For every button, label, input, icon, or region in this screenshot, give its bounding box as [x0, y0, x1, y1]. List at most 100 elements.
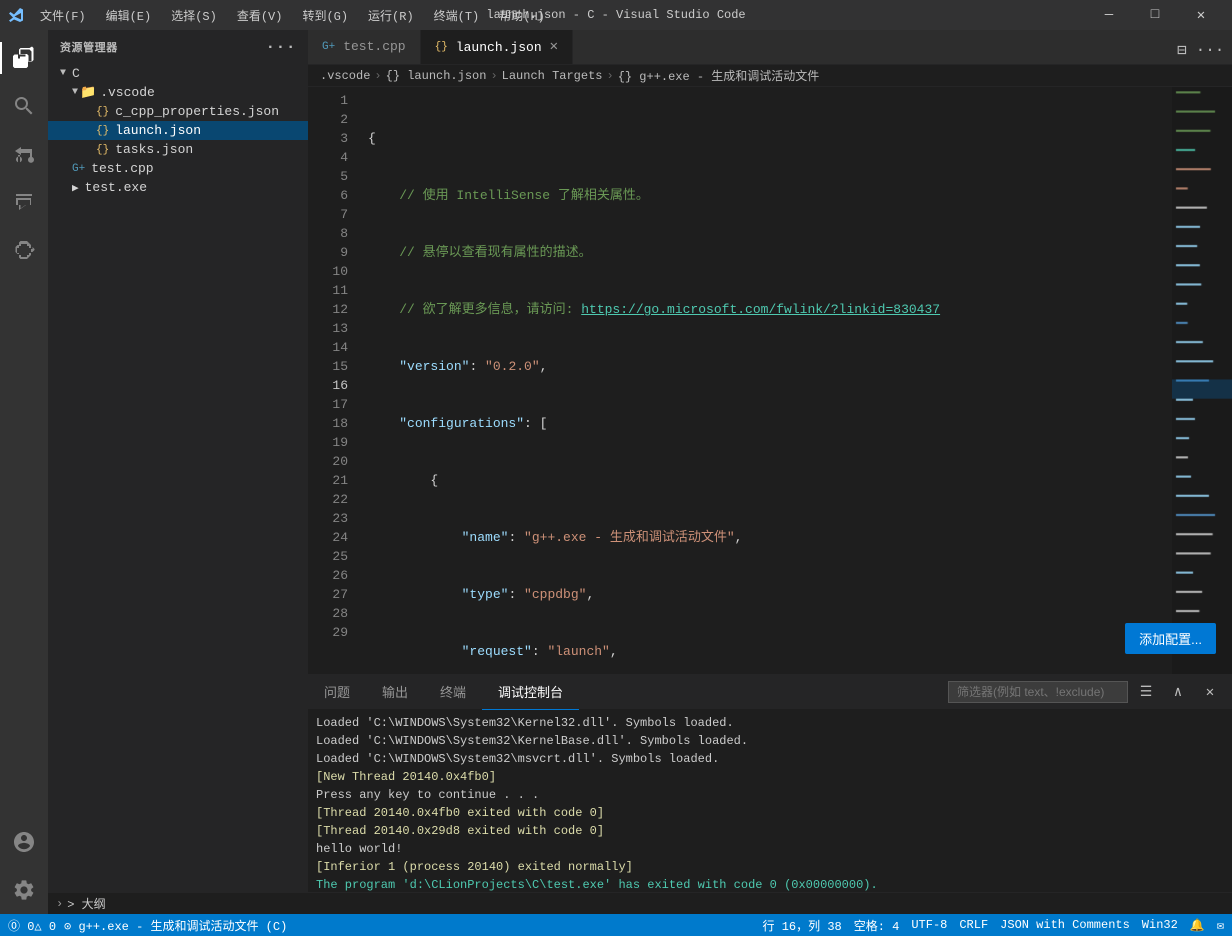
line-numbers: 1 2 3 4 5 6 7 8 9 10 11 12 13 14 15 16 1	[308, 87, 356, 642]
panel-tab-output[interactable]: 输出	[366, 675, 424, 710]
panel-list-view-button[interactable]: ☰	[1132, 678, 1160, 706]
terminal-label: > 大纲	[67, 895, 105, 912]
sidebar-item-label: tasks.json	[115, 142, 193, 157]
sidebar-item-test-cpp[interactable]: G+ test.cpp	[48, 159, 308, 178]
bc-gpp-exe[interactable]: {} g++.exe - 生成和调试活动文件	[618, 67, 820, 84]
panel-tabs: 问题 输出 终端 调试控制台 ☰ ∧ ✕	[308, 675, 1232, 710]
activity-account[interactable]	[0, 818, 48, 866]
panel-up-button[interactable]: ∧	[1164, 678, 1192, 706]
panel-tab-debug-console[interactable]: 调试控制台	[482, 675, 579, 710]
chevron-down-icon: ▼	[60, 68, 66, 79]
status-language[interactable]: JSON with Comments	[1000, 918, 1130, 932]
exe-icon: ▶	[72, 181, 79, 195]
menu-view[interactable]: 查看(V)	[229, 5, 291, 26]
status-indent[interactable]: 空格: 4	[854, 917, 900, 934]
bc-launch-targets[interactable]: Launch Targets	[502, 69, 603, 83]
sidebar-item-test-exe[interactable]: ▶ test.exe	[48, 178, 308, 197]
code-line-10: "request": "launch",	[368, 642, 1232, 661]
sidebar-item-label: c_cpp_properties.json	[115, 104, 279, 119]
menu-terminal[interactable]: 终端(T)	[426, 5, 488, 26]
activity-explorer[interactable]	[0, 34, 48, 82]
code-line-3: // 悬停以查看现有属性的描述。	[368, 243, 1232, 262]
window-controls: — □ ✕	[1086, 0, 1224, 30]
panel-tab-right: ☰ ∧ ✕	[948, 678, 1232, 706]
debug-filter-input[interactable]	[948, 681, 1128, 703]
explorer-section: ▼ C ▼ 📁 .vscode {} c_cpp_properties.json…	[48, 64, 308, 197]
tab-test-cpp[interactable]: G+ test.cpp	[308, 30, 421, 64]
activity-extensions[interactable]	[0, 226, 48, 274]
json-tab-icon: {}	[435, 41, 448, 53]
status-bar: ⓪ 0△ 0 ⊙ g++.exe - 生成和调试活动文件 (C) 行 16，列 …	[0, 914, 1232, 936]
status-encoding[interactable]: UTF-8	[911, 918, 947, 932]
maximize-button[interactable]: □	[1132, 0, 1178, 30]
sidebar-item-vscode[interactable]: ▼ 📁 .vscode	[48, 83, 308, 102]
menu-run[interactable]: 运行(R)	[360, 5, 422, 26]
status-cursor-position[interactable]: 行 16，列 38	[763, 917, 842, 934]
code-line-6: "configurations": [	[368, 414, 1232, 433]
code-editor[interactable]: 1 2 3 4 5 6 7 8 9 10 11 12 13 14 15 16 1	[308, 87, 1232, 674]
minimap-canvas	[1172, 87, 1232, 674]
status-bell-icon[interactable]: 🔔	[1190, 918, 1205, 933]
bc-sep-3: ›	[606, 69, 613, 83]
code-line-2: // 使用 IntelliSense 了解相关属性。	[368, 186, 1232, 205]
panel-tab-terminal[interactable]: 终端	[424, 675, 482, 710]
split-editor-button[interactable]: ⊟	[1168, 36, 1196, 64]
status-feedback-icon[interactable]: ✉	[1217, 918, 1224, 933]
folder-icon: 📁	[80, 85, 96, 100]
status-bar-right: 行 16，列 38 空格: 4 UTF-8 CRLF JSON with Com…	[763, 917, 1224, 934]
app: 资源管理器 ··· ▼ C ▼ 📁 .vscode {} c_cpp_prope…	[0, 30, 1232, 936]
panel-tab-problems[interactable]: 问题	[308, 675, 366, 710]
tab-close-button[interactable]: ✕	[550, 40, 558, 54]
code-line-9: "type": "cppdbg",	[368, 585, 1232, 604]
terminal-bar: › > 大纲	[0, 892, 1232, 914]
sidebar-more-button[interactable]: ···	[266, 38, 296, 56]
add-config-button[interactable]: 添加配置...	[1125, 623, 1216, 654]
activity-settings[interactable]	[0, 866, 48, 914]
menu-select[interactable]: 选择(S)	[163, 5, 225, 26]
sidebar-item-label: test.cpp	[91, 161, 153, 176]
minimize-button[interactable]: —	[1086, 0, 1132, 30]
code-line-7: {	[368, 471, 1232, 490]
debug-line-3: Loaded 'C:\WINDOWS\System32\msvcrt.dll'.…	[316, 750, 1224, 768]
tab-bar-right: ⊟ ···	[1168, 36, 1232, 64]
sidebar-item-tasks-json[interactable]: {} tasks.json	[48, 140, 308, 159]
title-bar-menu: 文件(F) 编辑(E) 选择(S) 查看(V) 转到(G) 运行(R) 终端(T…	[32, 5, 553, 26]
activity-run-debug[interactable]	[0, 178, 48, 226]
cpp-icon: G+	[72, 163, 85, 175]
sidebar-item-c-cpp-properties[interactable]: {} c_cpp_properties.json	[48, 102, 308, 121]
activity-bar-bottom	[0, 818, 48, 914]
menu-file[interactable]: 文件(F)	[32, 5, 94, 26]
status-errors[interactable]: ⓪ 0△ 0	[8, 917, 56, 934]
root-label: C	[72, 66, 80, 81]
status-debug-session[interactable]: ⊙ g++.exe - 生成和调试活动文件 (C)	[64, 917, 287, 934]
bc-launch-json[interactable]: {} launch.json	[386, 69, 487, 83]
code-line-4: // 欲了解更多信息，请访问: https://go.microsoft.com…	[368, 300, 1232, 319]
code-content[interactable]: { // 使用 IntelliSense 了解相关属性。 // 悬停以查看现有属…	[356, 87, 1232, 674]
debug-line-5: Press any key to continue . . .	[316, 786, 1224, 804]
debug-line-4: [New Thread 20140.0x4fb0]	[316, 768, 1224, 786]
debug-line-2: Loaded 'C:\WINDOWS\System32\KernelBase.d…	[316, 732, 1224, 750]
vscode-icon	[8, 7, 24, 23]
debug-line-7: [Thread 20140.0x29d8 exited with code 0]	[316, 822, 1224, 840]
activity-source-control[interactable]	[0, 130, 48, 178]
status-platform[interactable]: Win32	[1142, 918, 1178, 932]
tab-label: launch.json	[456, 40, 542, 55]
menu-edit[interactable]: 编辑(E)	[98, 5, 160, 26]
debug-line-9: [Inferior 1 (process 20140) exited norma…	[316, 858, 1224, 876]
cpp-tab-icon: G+	[322, 41, 335, 53]
status-eol[interactable]: CRLF	[959, 918, 988, 932]
debug-console-content[interactable]: Loaded 'C:\WINDOWS\System32\Kernel32.dll…	[308, 710, 1232, 914]
activity-search[interactable]	[0, 82, 48, 130]
bc-vscode[interactable]: .vscode	[320, 69, 370, 83]
close-button[interactable]: ✕	[1178, 0, 1224, 30]
sidebar-item-launch-json[interactable]: {} launch.json	[48, 121, 308, 140]
chevron-down-icon: ▼	[72, 87, 78, 98]
tab-bar: G+ test.cpp {} launch.json ✕ ⊟ ···	[308, 30, 1232, 65]
panel-close-button[interactable]: ✕	[1196, 678, 1224, 706]
explorer-root-c[interactable]: ▼ C	[48, 64, 308, 83]
sidebar-item-label: launch.json	[115, 123, 201, 138]
menu-goto[interactable]: 转到(G)	[294, 5, 356, 26]
more-actions-button[interactable]: ···	[1196, 36, 1224, 64]
sidebar-item-label: test.exe	[85, 180, 147, 195]
tab-launch-json[interactable]: {} launch.json ✕	[421, 30, 573, 64]
